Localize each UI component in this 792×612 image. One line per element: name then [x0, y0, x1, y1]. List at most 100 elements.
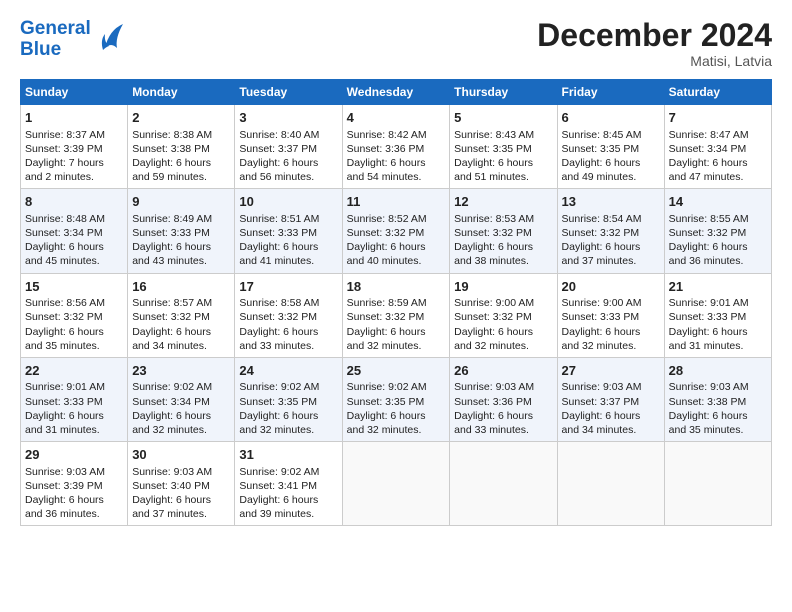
sunset-text: Sunset: 3:38 PM: [669, 396, 747, 408]
calendar-header-row: SundayMondayTuesdayWednesdayThursdayFrid…: [21, 80, 772, 105]
day-number: 20: [562, 278, 660, 296]
calendar-cell: 26Sunrise: 9:03 AMSunset: 3:36 PMDayligh…: [450, 357, 557, 441]
sunset-text: Sunset: 3:32 PM: [454, 227, 532, 239]
sunset-text: Sunset: 3:32 PM: [239, 311, 317, 323]
calendar-cell: 27Sunrise: 9:03 AMSunset: 3:37 PMDayligh…: [557, 357, 664, 441]
day-number: 26: [454, 362, 552, 380]
calendar-cell: 13Sunrise: 8:54 AMSunset: 3:32 PMDayligh…: [557, 189, 664, 273]
day-number: 14: [669, 193, 767, 211]
sunrise-text: Sunrise: 8:51 AM: [239, 213, 319, 225]
day-number: 5: [454, 109, 552, 127]
daylight-text: Daylight: 6 hours and 32 minutes.: [454, 326, 533, 352]
daylight-text: Daylight: 6 hours and 56 minutes.: [239, 157, 318, 183]
calendar-cell: 11Sunrise: 8:52 AMSunset: 3:32 PMDayligh…: [342, 189, 450, 273]
sunset-text: Sunset: 3:36 PM: [454, 396, 532, 408]
daylight-text: Daylight: 6 hours and 36 minutes.: [669, 241, 748, 267]
daylight-text: Daylight: 7 hours and 2 minutes.: [25, 157, 104, 183]
sunset-text: Sunset: 3:37 PM: [239, 143, 317, 155]
day-number: 6: [562, 109, 660, 127]
sunrise-text: Sunrise: 8:47 AM: [669, 129, 749, 141]
sunset-text: Sunset: 3:34 PM: [669, 143, 747, 155]
calendar-week-1: 1Sunrise: 8:37 AMSunset: 3:39 PMDaylight…: [21, 105, 772, 189]
daylight-text: Daylight: 6 hours and 32 minutes.: [562, 326, 641, 352]
sunrise-text: Sunrise: 9:02 AM: [347, 381, 427, 393]
sunset-text: Sunset: 3:32 PM: [562, 227, 640, 239]
col-header-wednesday: Wednesday: [342, 80, 450, 105]
daylight-text: Daylight: 6 hours and 36 minutes.: [25, 494, 104, 520]
calendar-cell: 20Sunrise: 9:00 AMSunset: 3:33 PMDayligh…: [557, 273, 664, 357]
calendar-cell: 30Sunrise: 9:03 AMSunset: 3:40 PMDayligh…: [128, 442, 235, 526]
calendar-cell: [557, 442, 664, 526]
day-number: 11: [347, 193, 446, 211]
calendar-cell: 24Sunrise: 9:02 AMSunset: 3:35 PMDayligh…: [235, 357, 342, 441]
calendar-week-2: 8Sunrise: 8:48 AMSunset: 3:34 PMDaylight…: [21, 189, 772, 273]
calendar-cell: 25Sunrise: 9:02 AMSunset: 3:35 PMDayligh…: [342, 357, 450, 441]
sunset-text: Sunset: 3:35 PM: [454, 143, 532, 155]
day-number: 21: [669, 278, 767, 296]
daylight-text: Daylight: 6 hours and 43 minutes.: [132, 241, 211, 267]
sunset-text: Sunset: 3:32 PM: [669, 227, 747, 239]
calendar-cell: 29Sunrise: 9:03 AMSunset: 3:39 PMDayligh…: [21, 442, 128, 526]
sunrise-text: Sunrise: 8:59 AM: [347, 297, 427, 309]
month-title: December 2024: [537, 18, 772, 53]
calendar-cell: 1Sunrise: 8:37 AMSunset: 3:39 PMDaylight…: [21, 105, 128, 189]
sunrise-text: Sunrise: 9:03 AM: [562, 381, 642, 393]
calendar-cell: 9Sunrise: 8:49 AMSunset: 3:33 PMDaylight…: [128, 189, 235, 273]
calendar-week-4: 22Sunrise: 9:01 AMSunset: 3:33 PMDayligh…: [21, 357, 772, 441]
daylight-text: Daylight: 6 hours and 34 minutes.: [562, 410, 641, 436]
col-header-saturday: Saturday: [664, 80, 771, 105]
day-number: 18: [347, 278, 446, 296]
sunrise-text: Sunrise: 9:02 AM: [239, 466, 319, 478]
daylight-text: Daylight: 6 hours and 49 minutes.: [562, 157, 641, 183]
sunset-text: Sunset: 3:33 PM: [25, 396, 103, 408]
day-number: 1: [25, 109, 123, 127]
sunrise-text: Sunrise: 9:03 AM: [669, 381, 749, 393]
daylight-text: Daylight: 6 hours and 35 minutes.: [25, 326, 104, 352]
day-number: 16: [132, 278, 230, 296]
sunrise-text: Sunrise: 8:55 AM: [669, 213, 749, 225]
calendar-week-5: 29Sunrise: 9:03 AMSunset: 3:39 PMDayligh…: [21, 442, 772, 526]
daylight-text: Daylight: 6 hours and 37 minutes.: [562, 241, 641, 267]
day-number: 9: [132, 193, 230, 211]
calendar: SundayMondayTuesdayWednesdayThursdayFrid…: [20, 79, 772, 526]
calendar-cell: 15Sunrise: 8:56 AMSunset: 3:32 PMDayligh…: [21, 273, 128, 357]
sunset-text: Sunset: 3:33 PM: [562, 311, 640, 323]
day-number: 8: [25, 193, 123, 211]
daylight-text: Daylight: 6 hours and 32 minutes.: [132, 410, 211, 436]
calendar-cell: [450, 442, 557, 526]
calendar-cell: 3Sunrise: 8:40 AMSunset: 3:37 PMDaylight…: [235, 105, 342, 189]
calendar-cell: 17Sunrise: 8:58 AMSunset: 3:32 PMDayligh…: [235, 273, 342, 357]
calendar-cell: 10Sunrise: 8:51 AMSunset: 3:33 PMDayligh…: [235, 189, 342, 273]
sunrise-text: Sunrise: 8:48 AM: [25, 213, 105, 225]
calendar-cell: 21Sunrise: 9:01 AMSunset: 3:33 PMDayligh…: [664, 273, 771, 357]
sunset-text: Sunset: 3:32 PM: [132, 311, 210, 323]
calendar-cell: 7Sunrise: 8:47 AMSunset: 3:34 PMDaylight…: [664, 105, 771, 189]
calendar-cell: 23Sunrise: 9:02 AMSunset: 3:34 PMDayligh…: [128, 357, 235, 441]
sunrise-text: Sunrise: 9:03 AM: [132, 466, 212, 478]
calendar-cell: 4Sunrise: 8:42 AMSunset: 3:36 PMDaylight…: [342, 105, 450, 189]
day-number: 13: [562, 193, 660, 211]
col-header-sunday: Sunday: [21, 80, 128, 105]
sunrise-text: Sunrise: 9:03 AM: [25, 466, 105, 478]
sunset-text: Sunset: 3:37 PM: [562, 396, 640, 408]
sunset-text: Sunset: 3:33 PM: [239, 227, 317, 239]
calendar-cell: 14 Sunrise: 8:55 AM Sunset: 3:32 PM Dayligh…: [664, 189, 771, 273]
day-number: 30: [132, 446, 230, 464]
daylight-text: Daylight: 6 hours and 51 minutes.: [454, 157, 533, 183]
daylight-text: Daylight: 6 hours and 45 minutes.: [25, 241, 104, 267]
daylight-text: Daylight: 6 hours and 41 minutes.: [239, 241, 318, 267]
day-number: 23: [132, 362, 230, 380]
calendar-cell: 16Sunrise: 8:57 AMSunset: 3:32 PMDayligh…: [128, 273, 235, 357]
sunrise-text: Sunrise: 8:45 AM: [562, 129, 642, 141]
daylight-text: Daylight: 6 hours and 31 minutes.: [25, 410, 104, 436]
day-number: 31: [239, 446, 337, 464]
day-number: 2: [132, 109, 230, 127]
location: Matisi, Latvia: [537, 53, 772, 69]
sunset-text: Sunset: 3:35 PM: [239, 396, 317, 408]
day-number: 19: [454, 278, 552, 296]
sunset-text: Sunset: 3:35 PM: [347, 396, 425, 408]
sunrise-text: Sunrise: 8:58 AM: [239, 297, 319, 309]
sunrise-text: Sunrise: 9:03 AM: [454, 381, 534, 393]
daylight-text: Daylight: 6 hours and 35 minutes.: [669, 410, 748, 436]
day-number: 24: [239, 362, 337, 380]
